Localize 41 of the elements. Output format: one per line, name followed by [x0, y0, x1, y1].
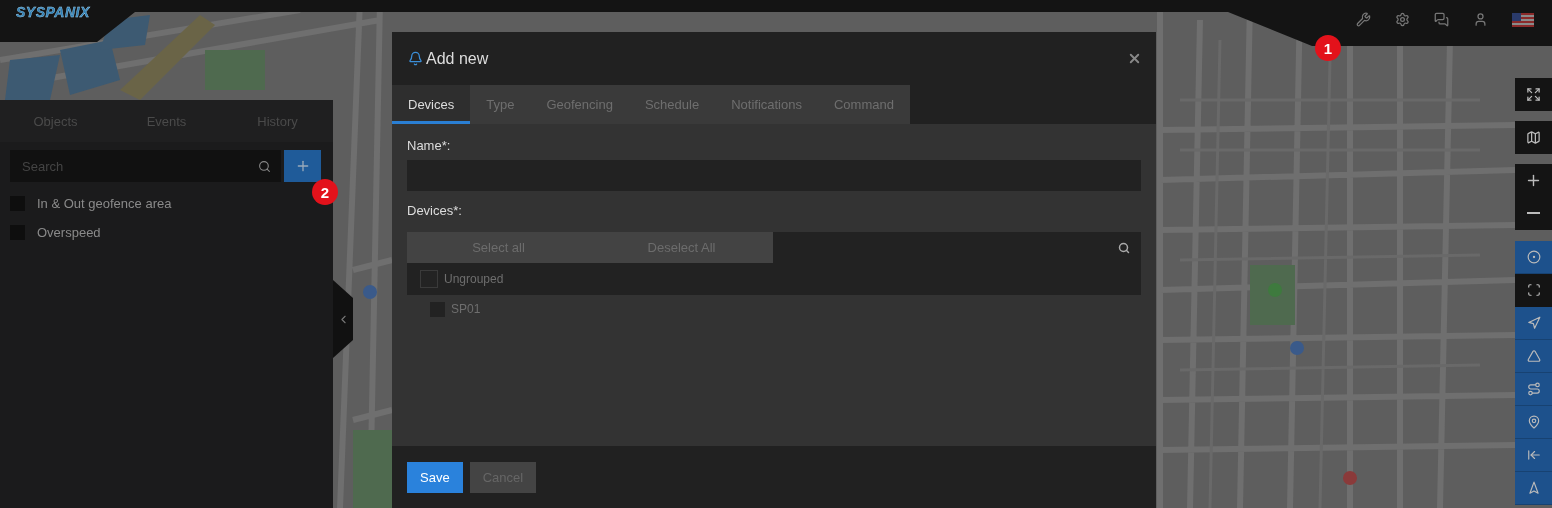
map-tool-button[interactable] — [1515, 472, 1552, 505]
settings-icon[interactable] — [1395, 12, 1410, 27]
field-label: Name*: — [407, 138, 452, 153]
zoom-out-button[interactable] — [1515, 197, 1552, 230]
map-tool-button[interactable] — [1515, 274, 1552, 307]
triangle-icon — [1526, 349, 1541, 363]
logo: SYSPANIX — [16, 4, 90, 20]
map-tool-button[interactable] — [1515, 241, 1552, 274]
map-tool-button[interactable] — [1515, 406, 1552, 439]
arrow-left-icon — [1526, 448, 1541, 462]
map-tool-button[interactable] — [1515, 373, 1552, 406]
expand-icon — [1526, 86, 1541, 102]
save-button[interactable]: Save — [407, 461, 463, 493]
field-label: Devices*: — [407, 203, 463, 218]
map-tool-button[interactable] — [1515, 439, 1552, 472]
map-tool-button[interactable] — [1515, 340, 1552, 373]
device-label: SP01 — [451, 302, 481, 316]
dialog-tab[interactable]: Devices — [392, 85, 471, 124]
group-label: Ungrouped — [444, 272, 504, 286]
chat-icon[interactable] — [1434, 12, 1449, 27]
target-icon — [1526, 250, 1541, 264]
minus-icon — [1527, 212, 1540, 214]
search-icon[interactable] — [1118, 241, 1130, 254]
search-icon[interactable] — [258, 159, 271, 173]
map-pin-icon — [1526, 415, 1541, 429]
close-icon[interactable] — [1127, 51, 1142, 66]
us-flag-icon[interactable] — [1512, 12, 1534, 27]
arrow-icon — [1526, 481, 1541, 495]
navigation-icon — [1526, 316, 1541, 330]
checkbox[interactable] — [420, 270, 438, 288]
map-tool-button[interactable] — [1515, 307, 1552, 340]
event-label: Overspeed — [37, 225, 101, 240]
user-icon[interactable] — [1473, 12, 1488, 27]
focus-icon — [1526, 283, 1541, 297]
map-icon — [1526, 129, 1541, 145]
event-label: In & Out geofence area — [37, 196, 172, 211]
map-button[interactable] — [1515, 121, 1552, 154]
wrench-icon[interactable] — [1356, 12, 1371, 27]
bell-icon — [408, 51, 423, 66]
dialog-title: Add new — [426, 49, 489, 68]
fullscreen-button[interactable] — [1515, 78, 1552, 111]
